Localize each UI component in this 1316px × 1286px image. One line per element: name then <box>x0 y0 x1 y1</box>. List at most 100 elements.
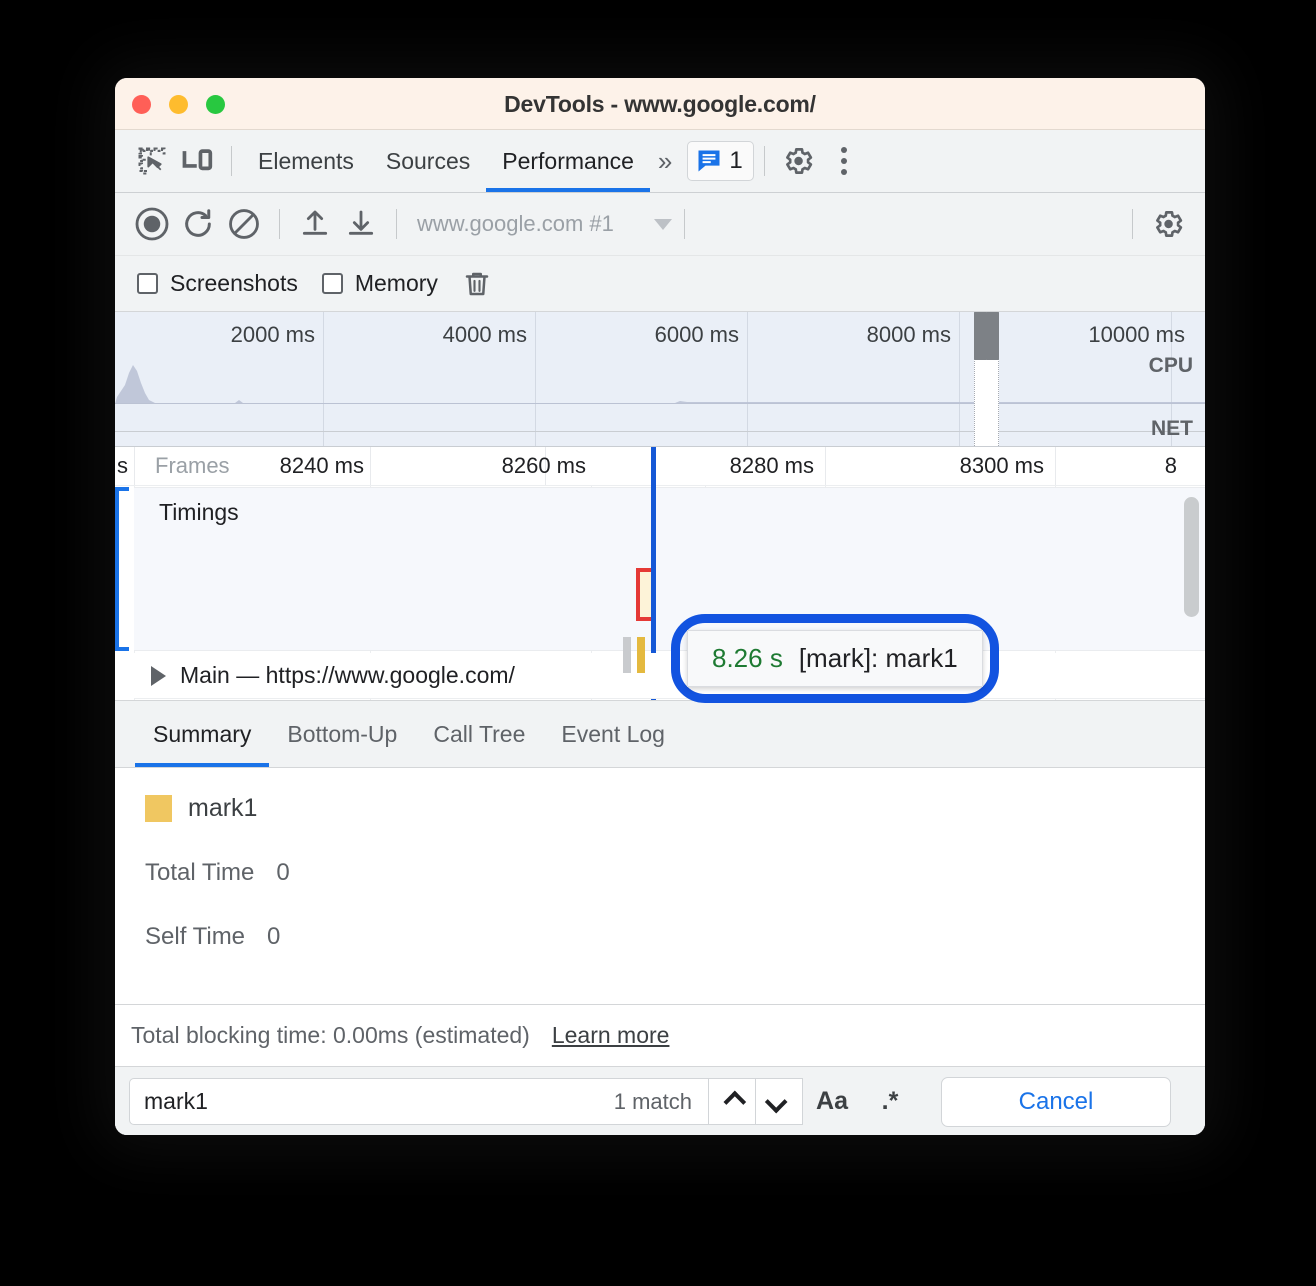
event-tooltip: 8.26 s [mark]: mark1 <box>671 614 999 703</box>
devtools-window: DevTools - www.google.com/ Elements Sour… <box>115 78 1205 1135</box>
tab-summary[interactable]: Summary <box>135 701 269 767</box>
blocking-time-footer: Total blocking time: 0.00ms (estimated) … <box>115 1004 1205 1066</box>
search-match-count: 1 match <box>614 1089 694 1115</box>
search-input[interactable]: mark1 1 match <box>129 1078 709 1125</box>
flame-tick-4: 8300 ms <box>960 453 1050 479</box>
toolbar-divider <box>231 146 232 176</box>
match-case-toggle[interactable]: Aa <box>803 1078 861 1125</box>
memory-checkbox[interactable]: Memory <box>314 270 446 297</box>
screenshots-checkbox[interactable]: Screenshots <box>129 270 306 297</box>
load-profile-icon[interactable] <box>292 201 338 247</box>
main-thread-label: Main — https://www.google.com/ <box>180 662 515 689</box>
timings-label: Timings <box>159 499 239 526</box>
more-options-icon[interactable] <box>821 138 867 184</box>
issues-button[interactable]: 1 <box>687 141 753 181</box>
gear-icon[interactable] <box>775 138 821 184</box>
tooltip-content: 8.26 s [mark]: mark1 <box>687 630 983 687</box>
overview-tick-3: 8000 ms <box>867 322 959 348</box>
tab-elements[interactable]: Elements <box>242 130 370 192</box>
flame-tick-5: 8 <box>1165 453 1183 479</box>
session-label: www.google.com #1 <box>417 211 614 237</box>
screenshot-root: DevTools - www.google.com/ Elements Sour… <box>0 0 1316 1286</box>
overview-net-label: NET <box>1151 417 1193 441</box>
summary-row-total-time: Total Time 0 <box>115 859 1205 887</box>
perf-divider-3 <box>684 209 685 239</box>
tooltip-timestamp: 8.26 s <box>712 643 783 674</box>
search-prev-button[interactable] <box>709 1078 756 1125</box>
tab-event-log[interactable]: Event Log <box>543 701 683 767</box>
flame-chart[interactable]: s Frames 8240 ms 8260 ms 8280 ms 8300 ms… <box>115 447 1205 701</box>
reload-record-icon[interactable] <box>175 201 221 247</box>
screenshots-label: Screenshots <box>170 270 298 297</box>
flame-tick-0: s <box>117 453 134 479</box>
perf-divider-2 <box>396 209 397 239</box>
event-color-swatch <box>145 795 172 822</box>
overview-tick-4: 10000 ms <box>1088 322 1193 348</box>
perf-divider-4 <box>1132 209 1133 239</box>
minimize-window-button[interactable] <box>169 95 188 114</box>
chevron-down-icon <box>765 1090 788 1113</box>
overview-resize-handle-right[interactable] <box>986 312 999 360</box>
main-event-bar-yellow[interactable] <box>637 637 645 673</box>
tab-performance[interactable]: Performance <box>486 130 650 192</box>
trash-icon[interactable] <box>454 261 500 307</box>
overview-selection-window[interactable] <box>974 312 999 446</box>
save-profile-icon[interactable] <box>338 201 384 247</box>
search-next-button[interactable] <box>756 1078 803 1125</box>
cancel-button[interactable]: Cancel <box>941 1077 1171 1127</box>
inspect-element-icon[interactable] <box>129 138 175 184</box>
blocking-time-text: Total blocking time: 0.00ms (estimated) <box>131 1022 530 1049</box>
window-titlebar: DevTools - www.google.com/ <box>115 78 1205 130</box>
close-window-button[interactable] <box>132 95 151 114</box>
tab-bottom-up[interactable]: Bottom-Up <box>269 701 415 767</box>
timings-selection-bracket <box>115 487 129 651</box>
flame-tick-1: 8240 ms <box>280 453 370 479</box>
device-toolbar-icon[interactable] <box>175 138 221 184</box>
search-input-value: mark1 <box>144 1088 208 1115</box>
expand-triangle-icon[interactable] <box>151 666 166 686</box>
toolbar-divider-2 <box>764 146 765 176</box>
main-thread-row[interactable]: Main — https://www.google.com/ <box>134 653 1205 699</box>
tooltip-label: [mark]: mark1 <box>799 643 958 674</box>
tab-sources[interactable]: Sources <box>370 130 486 192</box>
issues-count: 1 <box>729 147 742 175</box>
learn-more-link[interactable]: Learn more <box>552 1022 670 1049</box>
flame-tick-3: 8280 ms <box>730 453 820 479</box>
self-time-value: 0 <box>267 923 280 951</box>
session-selector[interactable]: www.google.com #1 <box>409 211 672 237</box>
summary-row-self-time: Self Time 0 <box>115 923 1205 951</box>
frames-label: Frames <box>155 453 230 479</box>
cpu-usage-sparkline <box>115 357 1205 404</box>
total-time-label: Total Time <box>145 859 254 887</box>
devtools-tabbar: Elements Sources Performance » 1 <box>115 130 1205 193</box>
details-tabbar: Summary Bottom-Up Call Tree Event Log <box>115 701 1205 768</box>
regex-toggle[interactable]: .* <box>861 1078 919 1125</box>
window-title: DevTools - www.google.com/ <box>115 78 1205 130</box>
maximize-window-button[interactable] <box>206 95 225 114</box>
timeline-overview[interactable]: 2000 ms 4000 ms 6000 ms 8000 ms 10000 ms… <box>115 312 1205 447</box>
event-name: mark1 <box>188 794 257 823</box>
issues-icon <box>695 147 723 175</box>
capture-options-row: Screenshots Memory <box>115 256 1205 312</box>
more-tabs-icon[interactable]: » <box>650 146 675 177</box>
clear-icon[interactable] <box>221 201 267 247</box>
annotation-highlight-ring: 8.26 s [mark]: mark1 <box>671 614 999 703</box>
flame-chart-ruler: s Frames 8240 ms 8260 ms 8280 ms 8300 ms… <box>115 447 1205 486</box>
summary-event-header: mark1 <box>115 794 1205 823</box>
checkbox-box <box>137 273 158 294</box>
tab-call-tree[interactable]: Call Tree <box>415 701 543 767</box>
main-event-bar-grey[interactable] <box>623 637 631 673</box>
flame-chart-scrollbar[interactable] <box>1184 497 1199 617</box>
performance-toolbar: www.google.com #1 <box>115 193 1205 256</box>
search-bar: mark1 1 match Aa .* Cancel <box>115 1066 1205 1135</box>
timings-track[interactable] <box>134 487 1205 651</box>
chevron-down-icon <box>654 219 672 230</box>
memory-label: Memory <box>355 270 438 297</box>
details-panel: Summary Bottom-Up Call Tree Event Log ma… <box>115 701 1205 1135</box>
overview-tick-2: 6000 ms <box>655 322 747 348</box>
checkbox-box <box>322 273 343 294</box>
window-controls <box>132 95 225 114</box>
total-time-value: 0 <box>276 859 289 887</box>
record-icon[interactable] <box>129 201 175 247</box>
capture-settings-gear-icon[interactable] <box>1145 201 1191 247</box>
